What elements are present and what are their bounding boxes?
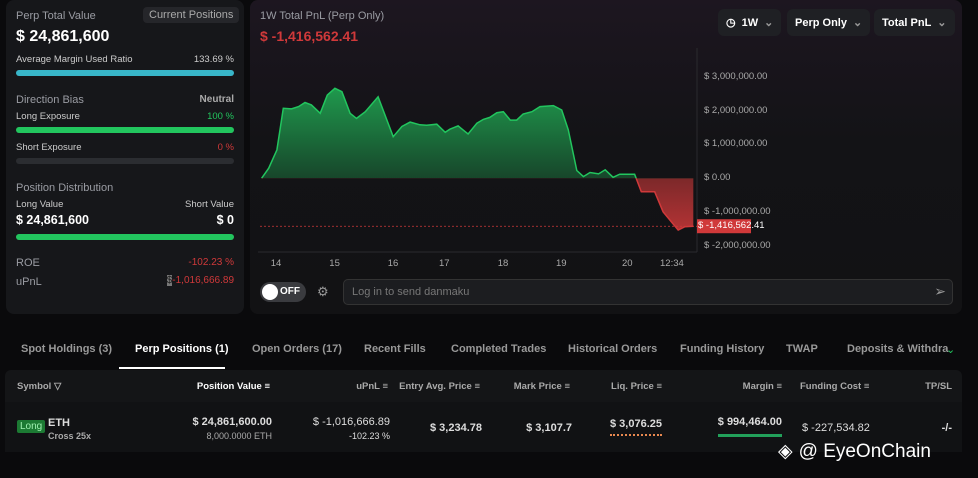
sort-icon[interactable]: ≡ — [264, 381, 270, 392]
tp-sl[interactable]: -/- — [942, 422, 952, 434]
tab-2[interactable]: Open Orders (17) — [252, 343, 342, 355]
header-label: Margin — [742, 381, 774, 392]
sort-icon[interactable]: ≡ — [564, 381, 570, 392]
tab-1[interactable]: Perp Positions (1) — [135, 343, 229, 355]
tab-8[interactable]: Deposits & Withdra — [847, 343, 948, 355]
symbol[interactable]: ETH — [48, 417, 70, 429]
funding-cost: $ -227,534.82 — [802, 422, 870, 434]
x-tick-label: 14 — [270, 258, 282, 269]
y-tick-label: $ 1,000,000.00 — [704, 138, 768, 150]
current-value-label: $ -1,416,562.41 — [698, 220, 765, 232]
header-label: Liq. Price — [611, 381, 654, 392]
positive-area — [261, 88, 694, 179]
tab-7[interactable]: TWAP — [786, 343, 818, 355]
header-3[interactable]: Entry Avg. Price ≡ — [399, 381, 480, 392]
tab-0[interactable]: Spot Holdings (3) — [21, 343, 112, 355]
upnl: $ -1,016,666.89 — [312, 416, 390, 428]
x-tick-label: 12:34 — [660, 258, 684, 269]
side-badge: Long — [17, 420, 46, 433]
y-tick-label: $ 2,000,000.00 — [704, 104, 768, 116]
header-8[interactable]: TP/SL — [925, 381, 952, 392]
header-5[interactable]: Liq. Price ≡ — [611, 381, 662, 392]
entry-price: $ 3,234.78 — [430, 422, 482, 434]
header-label: TP/SL — [925, 381, 952, 392]
tabs-more-chevron-icon[interactable]: ⌄ — [946, 343, 955, 356]
y-tick-label: $ 0.00 — [704, 172, 731, 184]
y-tick-label: $ 3,000,000.00 — [704, 70, 768, 82]
x-tick-label: 17 — [439, 258, 450, 269]
tab-3[interactable]: Recent Fills — [364, 343, 426, 355]
sort-icon[interactable]: ≡ — [776, 381, 782, 392]
binance-logo-icon: ◈ — [778, 441, 793, 462]
x-tick-label: 20 — [622, 258, 633, 269]
header-label: uPnL — [356, 381, 380, 392]
header-label: Position Value — [196, 381, 262, 392]
watermark-text: @ EyeOnChain — [798, 440, 931, 462]
header-6[interactable]: Margin ≡ — [743, 381, 782, 392]
active-tab-underline — [119, 367, 225, 369]
y-tick-label: $ -1,000,000.00 — [704, 206, 771, 218]
header-1[interactable]: Position Value ≡ — [197, 381, 270, 392]
header-label: Mark Price — [513, 381, 562, 392]
header-2[interactable]: uPnL ≡ — [356, 381, 388, 392]
tab-4[interactable]: Completed Trades — [451, 343, 546, 355]
header-7[interactable]: Funding Cost ≡ — [800, 381, 869, 392]
sort-icon[interactable]: ≡ — [656, 381, 662, 392]
header-0[interactable]: Symbol ▽ — [17, 381, 61, 392]
position-size: 8,000.0000 ETH — [206, 431, 272, 441]
watermark: ◈ @ EyeOnChain — [778, 440, 931, 463]
liq-price[interactable]: $ 3,076.25 — [610, 418, 662, 436]
tab-6[interactable]: Funding History — [680, 343, 764, 355]
margin: $ 994,464.00 — [717, 416, 782, 437]
sort-icon[interactable]: ≡ — [474, 381, 480, 392]
x-tick-label: 19 — [556, 258, 567, 269]
y-tick-label: $ -2,000,000.00 — [704, 239, 771, 251]
tab-5[interactable]: Historical Orders — [568, 343, 657, 355]
margin-mode: Cross 25x — [48, 431, 92, 441]
sort-icon[interactable]: ≡ — [382, 381, 388, 392]
upnl-percent: -102.23 % — [348, 431, 390, 441]
x-tick-label: 18 — [497, 258, 509, 269]
header-label: Funding Cost — [800, 381, 862, 392]
position-value: $ 24,861,600.00 — [192, 416, 272, 428]
header-label: Symbol — [17, 381, 52, 392]
x-tick-label: 15 — [329, 258, 340, 269]
header-label: Entry Avg. Price — [399, 381, 472, 392]
x-tick-label: 16 — [387, 258, 399, 269]
mark-price: $ 3,107.7 — [526, 422, 572, 434]
filter-icon[interactable]: ▽ — [54, 381, 61, 392]
header-4[interactable]: Mark Price ≡ — [514, 381, 570, 392]
sort-icon[interactable]: ≡ — [864, 381, 870, 392]
